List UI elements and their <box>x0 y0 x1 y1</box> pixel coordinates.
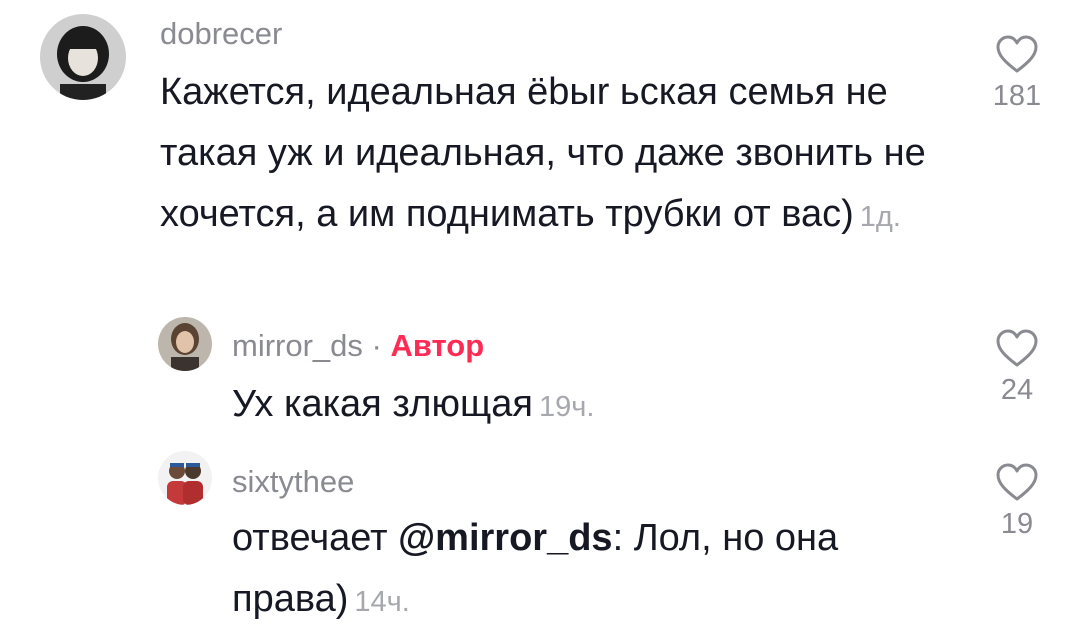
heart-icon <box>996 463 1038 501</box>
author-badge: Автор <box>390 328 485 363</box>
mention-link[interactable]: @mirror_ds <box>398 517 612 559</box>
like-button[interactable]: 181 <box>982 34 1052 113</box>
reply-text: Ух какая злющая 19ч. <box>232 374 952 438</box>
reply-username[interactable]: mirror_ds <box>232 328 363 363</box>
avatar[interactable] <box>158 317 212 371</box>
comment-username[interactable]: dobrecer <box>160 18 282 49</box>
reply-time: 14ч. <box>354 586 410 618</box>
like-button[interactable]: 24 <box>982 328 1052 407</box>
comment-text: Кажется, идеальная ёbыr ьская семья не т… <box>160 62 960 248</box>
like-count: 19 <box>1000 508 1034 540</box>
reply-text: отвечает @mirror_ds: Лол, но она права) 1… <box>232 508 932 633</box>
avatar[interactable] <box>40 14 126 100</box>
like-count: 181 <box>992 80 1042 112</box>
like-button[interactable]: 19 <box>982 462 1052 541</box>
heart-icon <box>996 329 1038 367</box>
comment-body: Кажется, идеальная ёbыr ьская семья не т… <box>160 71 926 235</box>
reply-username[interactable]: sixtythee <box>232 466 354 497</box>
reply-prefix: отвечает <box>232 517 388 559</box>
separator: · <box>371 328 382 363</box>
reply-username-row: mirror_ds · Автор <box>232 330 484 361</box>
heart-icon <box>996 35 1038 73</box>
avatar-cartoon-duo-icon <box>158 451 212 505</box>
reply-body: Ух какая злющая <box>232 383 533 425</box>
avatar[interactable] <box>158 451 212 505</box>
like-count: 24 <box>1000 374 1034 406</box>
reply-time: 19ч. <box>538 391 595 423</box>
avatar-woman-photo-icon <box>158 317 212 371</box>
comment-time: 1д. <box>859 201 901 233</box>
avatar-dark-hair-woman-icon <box>40 14 126 100</box>
